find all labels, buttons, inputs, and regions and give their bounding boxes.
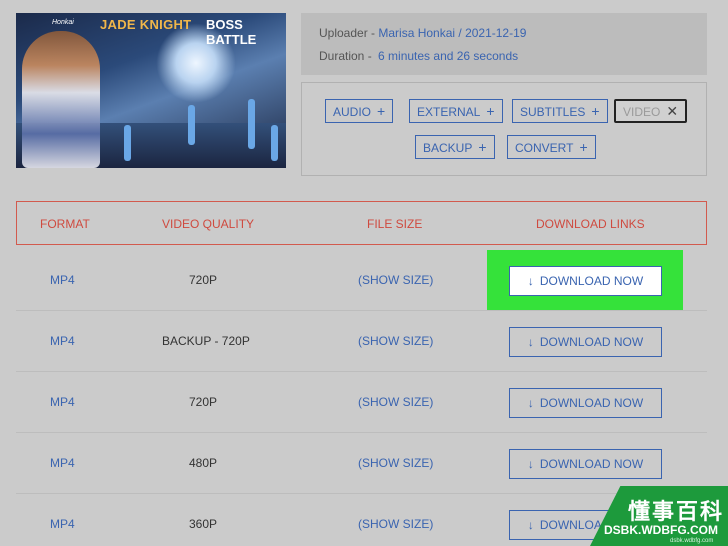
watermark-chinese-text: 懂事百科 [628, 500, 725, 525]
tag-label: AUDIO [333, 105, 372, 119]
watermark-site-text: DSBK.WDBFG.COM [604, 523, 718, 537]
download-label: DOWNLOAD NOW [539, 335, 644, 349]
tag-label: BACKUP [423, 141, 473, 155]
tag-backup[interactable]: BACKUP + [415, 135, 495, 159]
format-cell[interactable]: MP4 [50, 456, 75, 470]
table-row: MP4 720P (SHOW SIZE) ↓ DOWNLOAD NOW [16, 250, 707, 311]
plus-icon: + [478, 139, 487, 155]
thumbnail-sword [271, 125, 278, 161]
download-arrow-icon: ↓ [527, 335, 534, 349]
show-size-link[interactable]: (SHOW SIZE) [358, 395, 433, 409]
uploader-row: Uploader - Marisa Honkai / 2021-12-19 [319, 26, 526, 40]
table-row: MP4 480P (SHOW SIZE) ↓ DOWNLOAD NOW [16, 433, 707, 494]
thumbnail-title: JADE KNIGHT [100, 17, 192, 32]
format-cell[interactable]: MP4 [50, 395, 75, 409]
format-cell[interactable]: MP4 [50, 334, 75, 348]
table-row: MP4 720P (SHOW SIZE) ↓ DOWNLOAD NOW [16, 372, 707, 433]
duration-value: 6 minutes and 26 seconds [378, 49, 519, 63]
close-icon[interactable]: ✕ [666, 103, 678, 119]
download-label: DOWNLOAD NOW [539, 274, 644, 288]
duration-label: Duration - [319, 49, 372, 63]
duration-row: Duration - 6 minutes and 26 seconds [319, 49, 518, 63]
tag-external[interactable]: EXTERNAL + [409, 99, 503, 123]
header-download-links: DOWNLOAD LINKS [536, 217, 645, 231]
tag-label: VIDEO [623, 105, 661, 119]
download-arrow-icon: ↓ [527, 396, 534, 410]
download-now-button[interactable]: ↓ DOWNLOAD NOW [509, 449, 662, 479]
header-video-quality: VIDEO QUALITY [162, 217, 255, 231]
tag-audio[interactable]: AUDIO + [325, 99, 394, 123]
thumbnail-sword [124, 125, 131, 161]
watermark-small-text: dsbk.wdbfg.com [670, 538, 714, 544]
table-header: FORMAT VIDEO QUALITY FILE SIZE DOWNLOAD … [16, 201, 707, 245]
quality-cell: 360P [189, 517, 218, 531]
show-size-link[interactable]: (SHOW SIZE) [358, 334, 433, 348]
quality-cell: BACKUP - 720P [162, 334, 250, 348]
download-arrow-icon: ↓ [527, 457, 534, 471]
video-info-panel: Uploader - Marisa Honkai / 2021-12-19 Du… [301, 13, 707, 75]
table-row: MP4 BACKUP - 720P (SHOW SIZE) ↓ DOWNLOAD … [16, 311, 707, 372]
download-now-button[interactable]: ↓ DOWNLOAD NOW [509, 266, 662, 296]
tag-subtitles[interactable]: SUBTITLES + [512, 99, 608, 123]
plus-icon: + [591, 103, 600, 119]
tag-convert[interactable]: CONVERT + [507, 135, 596, 159]
download-arrow-icon: ↓ [527, 518, 534, 532]
uploader-link[interactable]: Marisa Honkai / 2021-12-19 [378, 26, 526, 40]
plus-icon: + [579, 139, 588, 155]
download-now-button[interactable]: ↓ DOWNLOAD NOW [509, 388, 662, 418]
download-label: DOWNLOAD NOW [539, 457, 644, 471]
header-format: FORMAT [40, 217, 90, 231]
show-size-link[interactable]: (SHOW SIZE) [358, 456, 433, 470]
plus-icon: + [486, 103, 495, 119]
show-size-link[interactable]: (SHOW SIZE) [358, 273, 433, 287]
thumbnail-character [22, 31, 100, 168]
tag-label: EXTERNAL [417, 105, 481, 119]
format-cell[interactable]: MP4 [50, 273, 75, 287]
header-file-size: FILE SIZE [367, 217, 423, 231]
download-arrow-icon: ↓ [527, 274, 534, 288]
download-now-button[interactable]: ↓ DOWNLOAD NOW [509, 327, 662, 357]
show-size-link[interactable]: (SHOW SIZE) [358, 517, 433, 531]
plus-icon: + [377, 103, 386, 119]
tag-label: CONVERT [515, 141, 574, 155]
quality-cell: 720P [189, 395, 218, 409]
game-logo: Honkai [52, 19, 74, 26]
thumbnail-sword [188, 105, 195, 145]
thumbnail-sword [248, 99, 255, 149]
video-thumbnail[interactable]: Honkai JADE KNIGHT BOSS BATTLE [16, 13, 286, 168]
thumbnail-subtitle: BOSS BATTLE [206, 17, 257, 47]
download-label: DOWNLOAD NOW [539, 396, 644, 410]
quality-cell: 720P [189, 273, 218, 287]
tag-label: SUBTITLES [520, 105, 586, 119]
format-filter-panel: AUDIO + EXTERNAL + SUBTITLES + VIDEO ✕ BACKU… [301, 82, 707, 176]
uploader-label: Uploader - [319, 26, 376, 40]
format-cell[interactable]: MP4 [50, 517, 75, 531]
tag-video[interactable]: VIDEO ✕ [614, 99, 688, 123]
quality-cell: 480P [189, 456, 218, 470]
